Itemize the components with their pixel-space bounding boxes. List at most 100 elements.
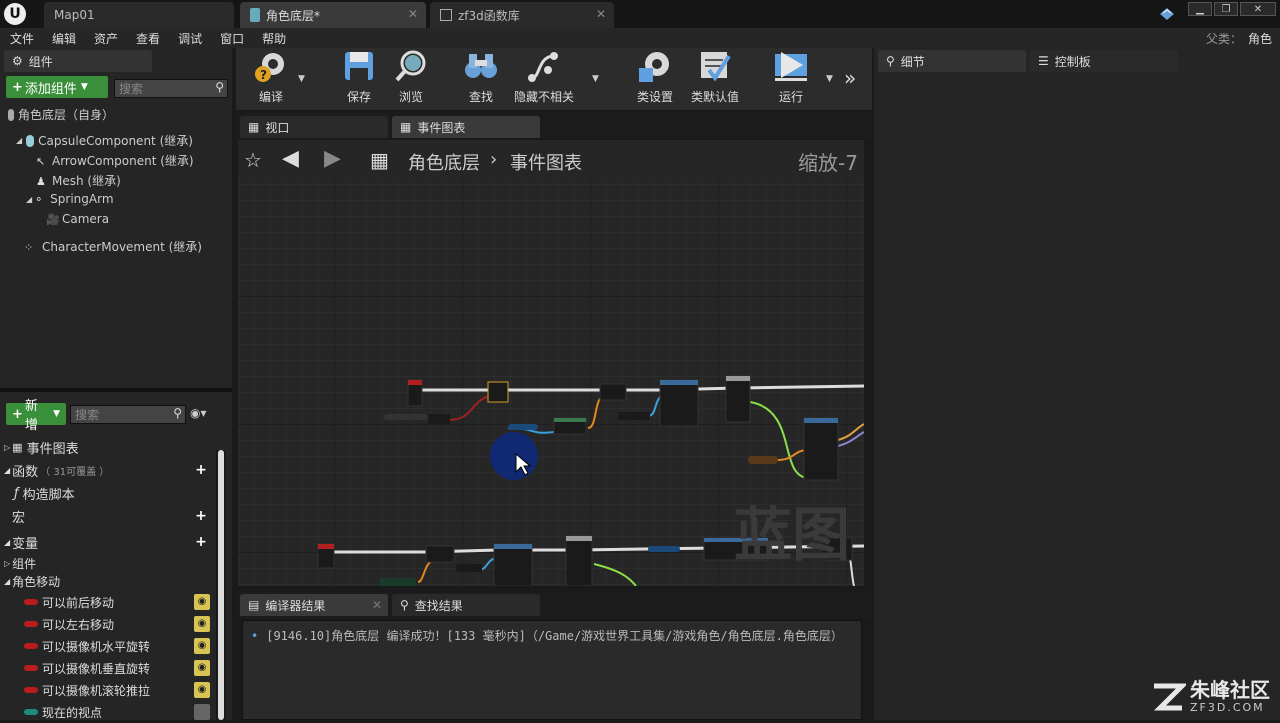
chevron-down-icon[interactable]: ▼ [826,74,833,84]
variable-node[interactable] [384,414,428,420]
close-icon[interactable]: ✕ [408,7,418,21]
variable-item[interactable]: 可以摄像机水平旋转 ◉ [0,635,214,657]
components-search-input[interactable]: 搜索 ⚲ [114,79,228,98]
maximize-button[interactable]: ❐ [1214,2,1238,16]
add-function-button[interactable]: + [194,463,208,477]
function-node[interactable] [660,380,698,426]
variable-node[interactable] [508,424,538,430]
section-event-graph[interactable]: ▷ ▦ 事件图表 [0,436,214,458]
node[interactable] [426,546,454,562]
event-graph-canvas[interactable]: 蓝图 [238,180,864,586]
class-defaults-button[interactable]: 类默认值 [688,48,742,110]
add-variable-button[interactable]: + [194,535,208,549]
breadcrumb-leaf[interactable]: 事件图表 [510,149,582,175]
component-self[interactable]: 角色底层（自身） [8,106,114,123]
branch-node[interactable] [428,414,450,424]
close-icon[interactable]: ✕ [372,598,382,612]
visibility-eye-icon[interactable]: ◉▾ [190,406,207,420]
add-macro-button[interactable]: + [194,509,208,523]
tab-compiler-results[interactable]: ▤ 编译器结果 ✕ [240,594,388,616]
component-arrow[interactable]: ↖ ArrowComponent (继承) [36,152,194,169]
blueprint-search-input[interactable]: 搜索 ⚲ [70,405,186,424]
unreal-logo-icon[interactable]: U [4,3,26,25]
compile-button[interactable]: ? 编译 [242,48,300,110]
section-macros[interactable]: 宏 + [0,505,214,527]
class-settings-button[interactable]: 类设置 [632,48,678,110]
new-button[interactable]: + 新增 ▼ [6,403,66,425]
parent-class-value[interactable]: 角色 [1248,32,1272,46]
close-icon[interactable]: ✕ [596,7,606,21]
variable-node[interactable] [618,412,650,420]
star-icon[interactable]: ☆ [244,148,262,172]
variable-item[interactable]: 可以摄像机滚轮推拉 ◉ [0,679,214,701]
tab-character-base[interactable]: 角色底层* ✕ [240,2,426,28]
back-arrow-icon[interactable]: ◀ [282,146,299,171]
variable-node[interactable] [748,456,778,464]
menu-debug[interactable]: 调试 [169,30,211,47]
tab-viewport[interactable]: ▦ 视口 [240,116,388,138]
category-character-movement[interactable]: ◢ 角色移动 [0,570,214,592]
tab-details[interactable]: ⚲ 细节 [878,50,1026,72]
section-functions[interactable]: ◢ 函数 （ 31可覆盖 ） + [0,459,214,481]
tab-map01[interactable]: Map01 [44,2,234,28]
variable-node[interactable] [456,564,482,572]
breadcrumb-root[interactable]: 角色底层 [408,149,480,175]
hide-unrelated-icon [526,48,562,84]
source-control-icon[interactable] [1158,4,1176,22]
construction-script-item[interactable]: ƒ 构造脚本 [0,482,214,504]
eye-icon[interactable]: ◉ [194,594,210,610]
eye-icon[interactable]: ◉ [194,682,210,698]
eye-icon[interactable]: ◉ [194,660,210,676]
variable-node[interactable] [380,578,416,586]
component-charmovement[interactable]: ⁘ CharacterMovement (继承) [24,238,202,255]
menu-view[interactable]: 查看 [127,30,169,47]
find-button[interactable]: 查找 [458,48,504,110]
minimize-button[interactable]: ▁ [1188,2,1212,16]
tab-event-graph[interactable]: ▦ 事件图表 [392,116,540,138]
toolbar-overflow-icon[interactable]: » [844,66,856,90]
menu-window[interactable]: 窗口 [211,30,253,47]
run-button[interactable]: 运行 [766,48,816,110]
eye-closed-icon[interactable] [194,704,210,720]
variable-label: 可以摄像机滚轮推拉 [42,682,150,699]
function-node[interactable] [804,418,838,480]
section-variables[interactable]: ◢ 变量 + [0,531,214,553]
save-icon [341,48,377,84]
close-window-button[interactable]: ✕ [1240,2,1276,16]
tab-palette[interactable]: ☰ 控制板 [1030,50,1178,72]
component-camera[interactable]: 🎥 Camera [46,212,109,226]
panel-splitter[interactable] [0,388,232,392]
node[interactable] [600,384,626,400]
branch-node[interactable] [726,376,750,422]
component-springarm[interactable]: ◢ ⚬ SpringArm [26,192,114,206]
add-component-button[interactable]: + 添加组件 ▼ [6,76,108,98]
component-mesh[interactable]: ♟ Mesh (继承) [36,172,121,189]
chevron-down-icon[interactable]: ▼ [592,74,599,84]
browse-button[interactable]: 浏览 [388,48,434,110]
save-button[interactable]: 保存 [336,48,382,110]
menu-edit[interactable]: 编辑 [43,30,85,47]
scrollbar[interactable] [216,450,226,720]
tab-find-results[interactable]: ⚲ 查找结果 [392,594,540,616]
menu-file[interactable]: 文件 [0,30,43,47]
variable-node[interactable] [648,546,680,552]
function-node[interactable] [494,544,532,586]
eye-icon[interactable]: ◉ [194,638,210,654]
scrollbar-thumb[interactable] [218,450,224,720]
menu-assets[interactable]: 资产 [85,30,127,47]
variable-item[interactable]: 可以左右移动 ◉ [0,613,214,635]
tab-components[interactable]: ⚙ 组件 [4,50,152,72]
section-label: 宏 [12,507,25,526]
variable-item[interactable]: 可以摄像机垂直旋转 ◉ [0,657,214,679]
forward-arrow-icon[interactable]: ▶ [324,146,341,171]
selected-node[interactable] [488,382,508,402]
tab-function-library[interactable]: zf3d函数库 ✕ [430,2,614,28]
branch-node[interactable] [566,536,592,586]
variable-item[interactable]: 可以前后移动 ◉ [0,591,214,613]
hide-unrelated-button[interactable]: 隐藏不相关 [512,48,576,110]
function-library-icon [440,9,452,21]
chevron-down-icon[interactable]: ▼ [298,74,305,84]
menu-help[interactable]: 帮助 [253,30,295,47]
eye-icon[interactable]: ◉ [194,616,210,632]
component-capsule[interactable]: ◢ CapsuleComponent (继承) [16,132,193,149]
